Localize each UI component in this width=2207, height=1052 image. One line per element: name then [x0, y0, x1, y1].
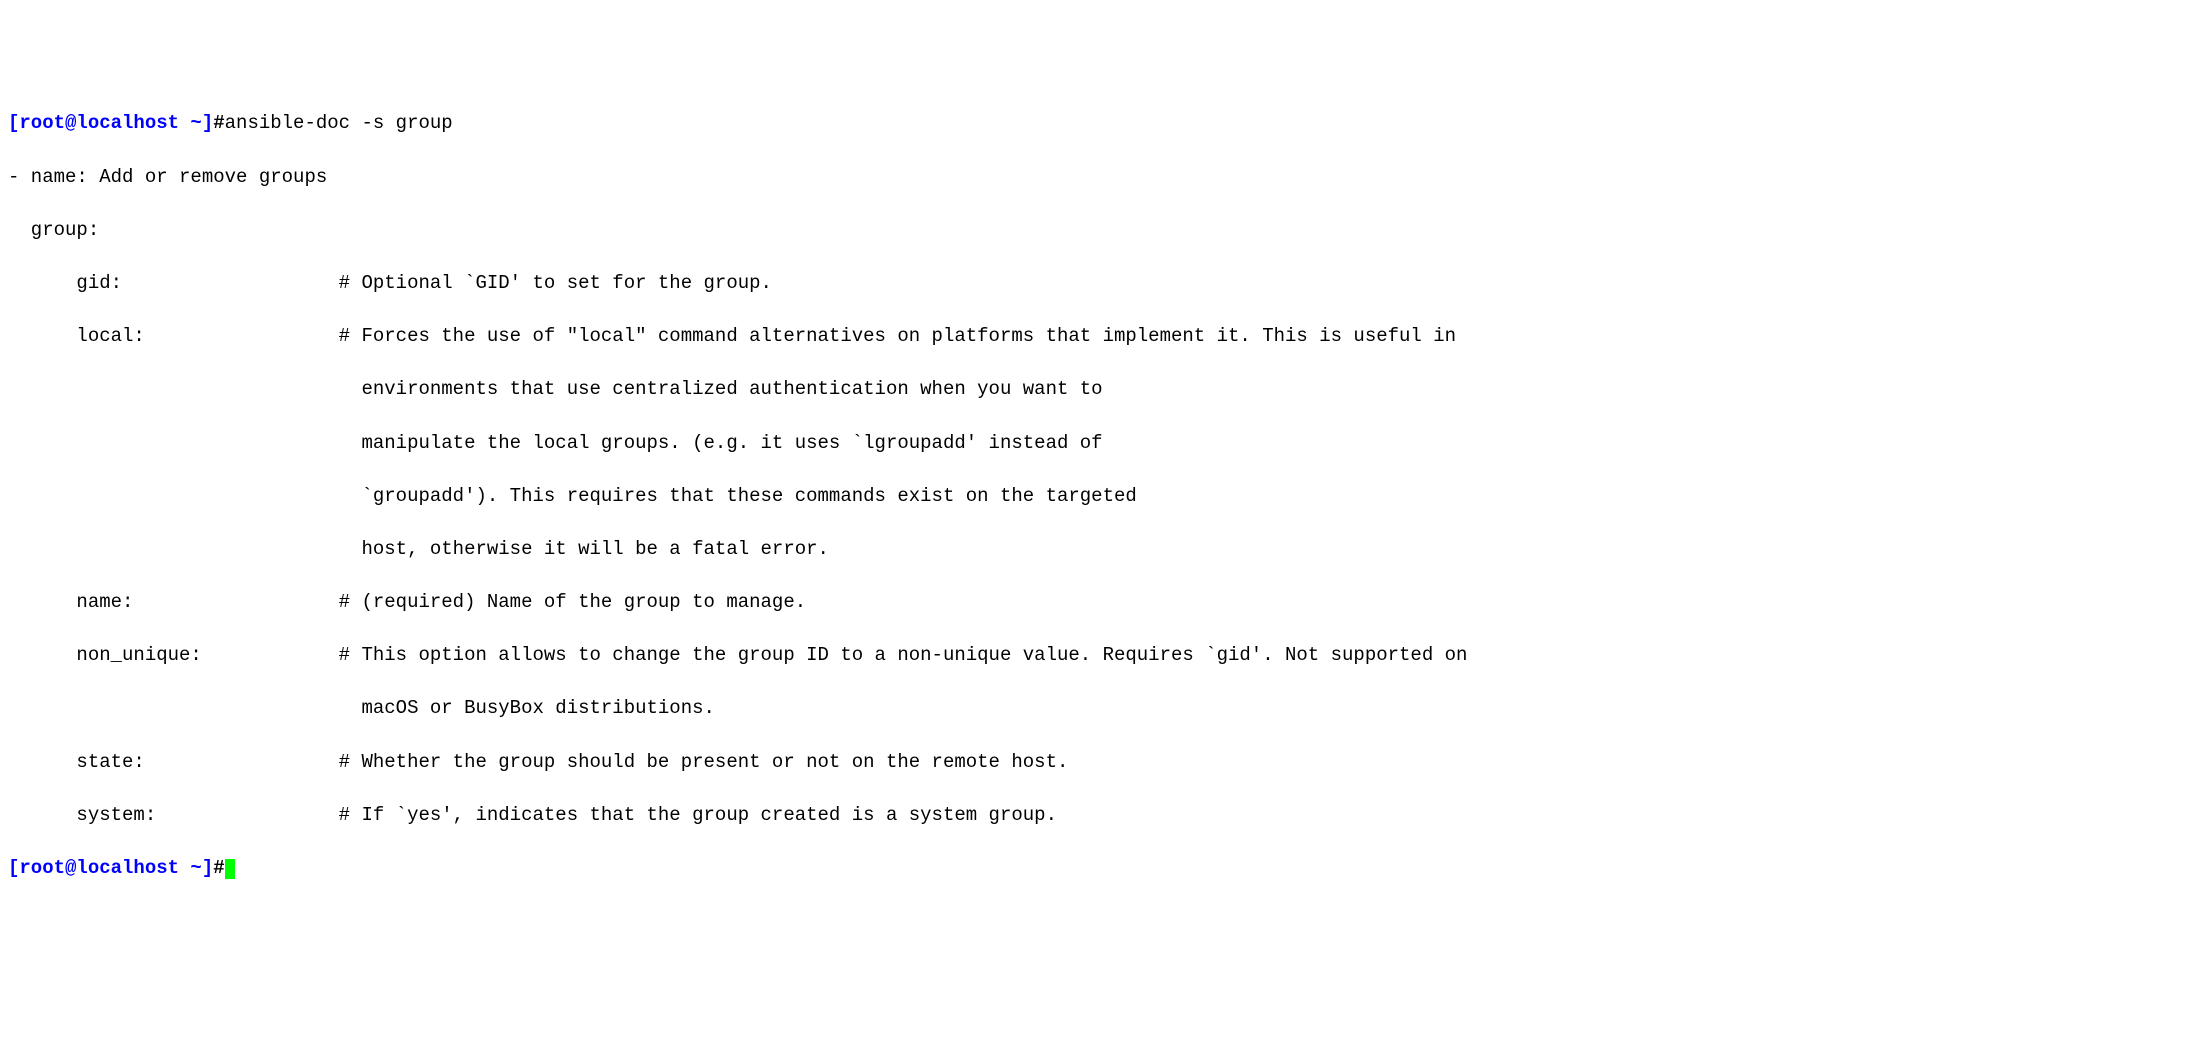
prompt-hash: # [213, 857, 224, 879]
output-line: - name: Add or remove groups [8, 164, 2199, 191]
output-line: gid: # Optional `GID' to set for the gro… [8, 270, 2199, 297]
prompt-user-host: [root@localhost ~] [8, 857, 213, 879]
output-line: group: [8, 217, 2199, 244]
cursor-icon [225, 859, 235, 879]
output-line: macOS or BusyBox distributions. [8, 695, 2199, 722]
output-line: `groupadd'). This requires that these co… [8, 483, 2199, 510]
terminal-output[interactable]: [root@localhost ~]#ansible-doc -s group … [8, 110, 2199, 881]
typed-command: ansible-doc -s group [225, 112, 453, 134]
prompt-user-host: [root@localhost ~] [8, 112, 213, 134]
output-line: manipulate the local groups. (e.g. it us… [8, 430, 2199, 457]
output-line: local: # Forces the use of "local" comma… [8, 323, 2199, 350]
output-line: non_unique: # This option allows to chan… [8, 642, 2199, 669]
output-line: host, otherwise it will be a fatal error… [8, 536, 2199, 563]
prompt-hash: # [213, 112, 224, 134]
output-line: system: # If `yes', indicates that the g… [8, 802, 2199, 829]
output-line: environments that use centralized authen… [8, 376, 2199, 403]
output-line: name: # (required) Name of the group to … [8, 589, 2199, 616]
output-line: state: # Whether the group should be pre… [8, 749, 2199, 776]
